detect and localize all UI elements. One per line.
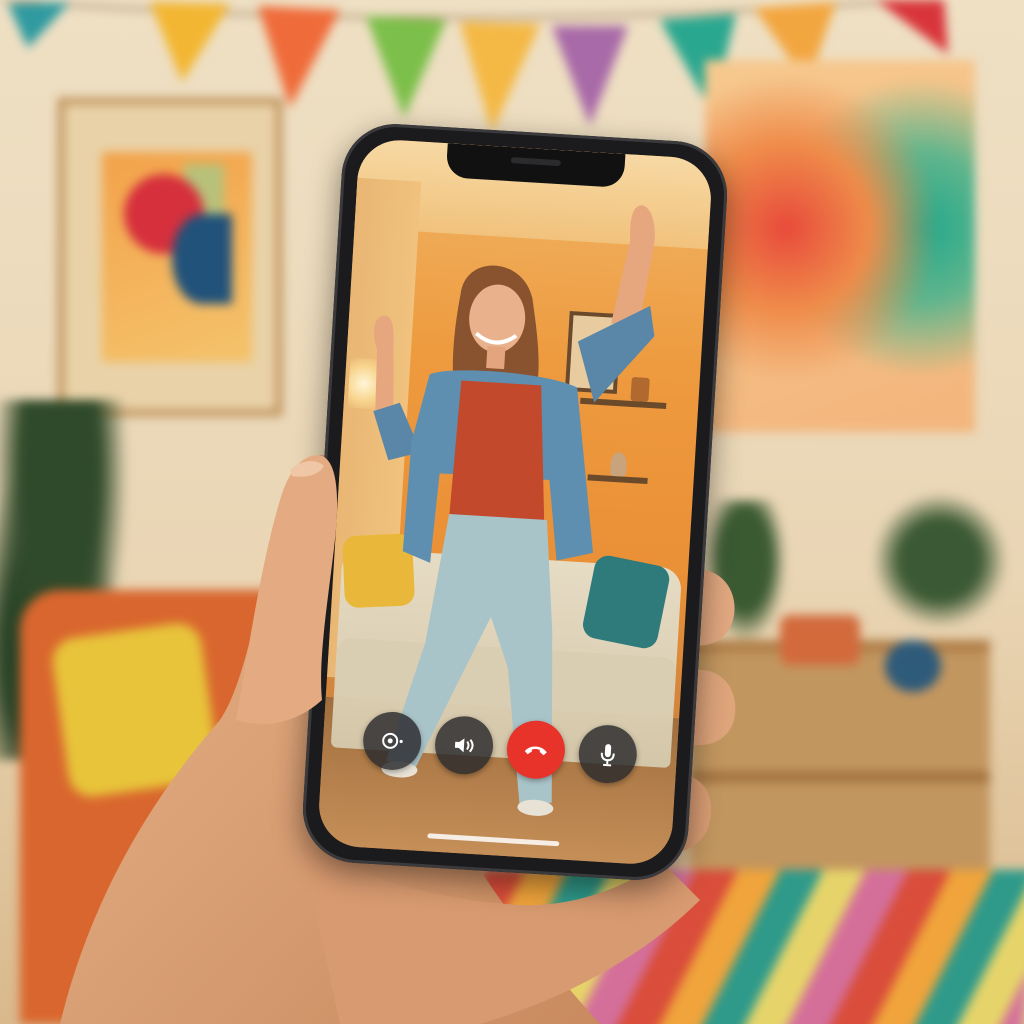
- smartphone: [299, 120, 731, 884]
- speaker-icon: [454, 738, 474, 753]
- camera-switch-button[interactable]: [361, 710, 423, 772]
- phone-hangup-icon: [524, 746, 547, 756]
- photo-scene: [0, 0, 1024, 1024]
- microphone-icon: [600, 744, 615, 767]
- microphone-button[interactable]: [577, 723, 639, 785]
- speaker-button[interactable]: [433, 714, 495, 777]
- video-call-screen: [316, 137, 714, 867]
- end-call-button[interactable]: [505, 719, 567, 781]
- camera-rotate-icon: [382, 732, 403, 749]
